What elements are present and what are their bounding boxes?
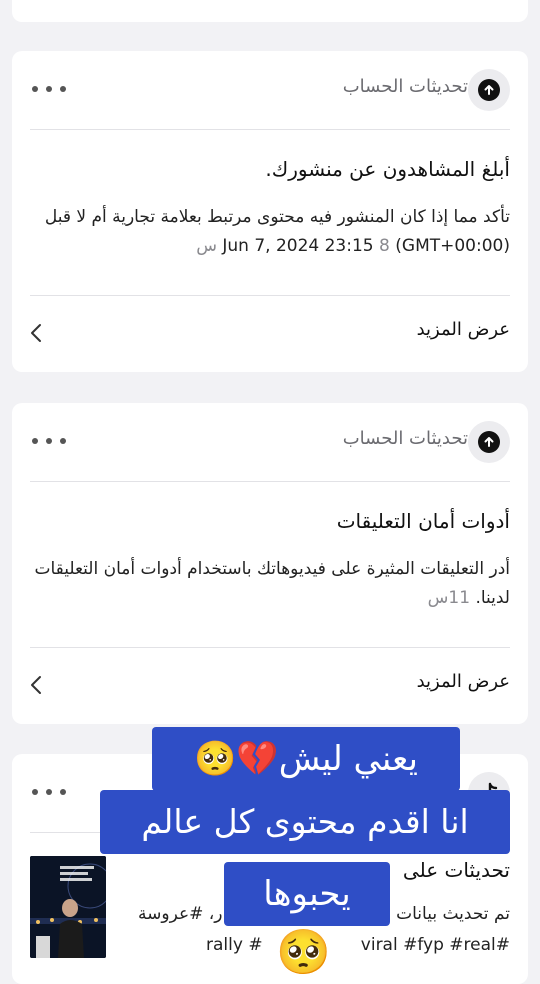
notification-body-line2-left: rally # bbox=[206, 935, 263, 955]
notification-body-text: تأكد مما إذا كان المنشور فيه محتوى مرتبط… bbox=[44, 207, 510, 256]
more-options-icon[interactable] bbox=[32, 782, 66, 802]
notification-card: تحديثات الحساب أبلغ المشاهدون عن منشورك.… bbox=[12, 51, 528, 372]
overlay-text-line: يحبوها bbox=[224, 862, 390, 926]
card-header-title: تحديثات الحساب bbox=[342, 76, 468, 97]
see-more-row[interactable]: عرض المزيد bbox=[12, 649, 528, 723]
chevron-left-icon bbox=[30, 675, 42, 699]
see-more-label: عرض المزيد bbox=[416, 671, 510, 692]
see-more-row[interactable]: عرض المزيد bbox=[12, 297, 528, 371]
video-thumbnail[interactable] bbox=[30, 856, 106, 958]
card-header: تحديثات الحساب bbox=[12, 403, 528, 481]
notification-body: تأكد مما إذا كان المنشور فيه محتوى مرتبط… bbox=[30, 203, 510, 261]
arrow-up-circle-icon bbox=[468, 421, 510, 463]
card-header-title: تحديثات الحساب bbox=[342, 428, 468, 449]
divider bbox=[30, 481, 510, 482]
overlay-text-line: يعني ليش💔🥺 bbox=[152, 727, 460, 791]
notification-title: أدوات أمان التعليقات bbox=[336, 509, 510, 533]
notification-body-line2-right: viral #fyp #real# bbox=[360, 935, 510, 955]
see-more-label: عرض المزيد bbox=[416, 319, 510, 340]
pleading-face-emoji: 🥺 bbox=[276, 927, 331, 978]
divider bbox=[30, 647, 510, 648]
previous-card-stub bbox=[12, 0, 528, 22]
more-options-icon[interactable] bbox=[32, 431, 66, 451]
more-options-icon[interactable] bbox=[32, 79, 66, 99]
notification-title: أبلغ المشاهدون عن منشورك. bbox=[265, 157, 510, 181]
card-header: تحديثات الحساب bbox=[12, 51, 528, 129]
chevron-left-icon bbox=[30, 323, 42, 347]
notification-card: تحديثات الحساب أدوات أمان التعليقات أدر … bbox=[12, 403, 528, 724]
arrow-up-circle-icon bbox=[468, 69, 510, 111]
notification-title: تحديثات على bbox=[402, 858, 510, 882]
notification-body-line1: تم تحديث بيانات bbox=[396, 904, 510, 924]
notification-body-line1-end: ر، #عروسة bbox=[138, 904, 223, 924]
notification-timestamp: 11س bbox=[427, 588, 471, 608]
divider bbox=[30, 295, 510, 296]
divider bbox=[30, 129, 510, 130]
notification-body: أدر التعليقات المثيرة على فيديوهاتك باست… bbox=[30, 555, 510, 613]
overlay-text-line: انا اقدم محتوى كل عالم bbox=[100, 790, 510, 854]
